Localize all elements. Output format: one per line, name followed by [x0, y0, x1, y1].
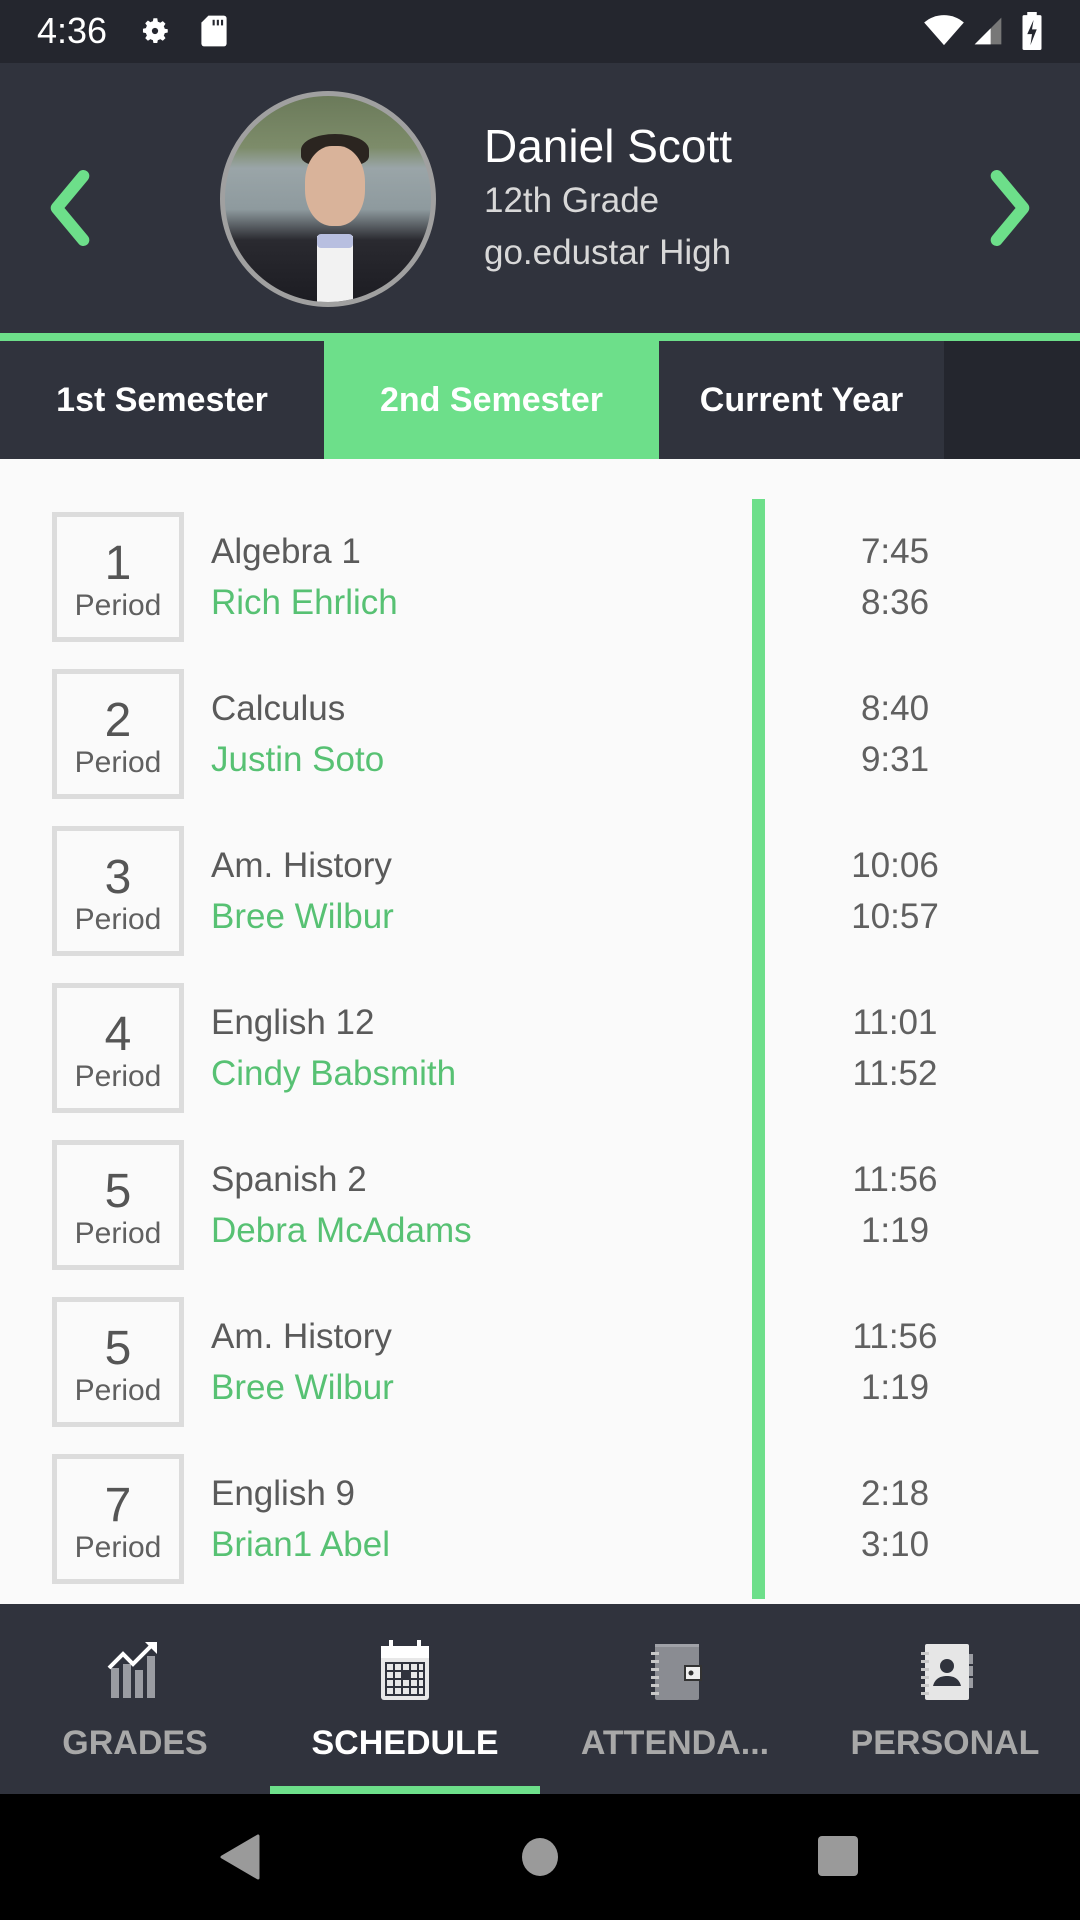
student-school: go.edustar High	[484, 233, 732, 272]
period-number: 4	[104, 1008, 132, 1061]
teacher-name[interactable]: Cindy Babsmith	[211, 1054, 456, 1094]
calendar-icon	[381, 1640, 429, 1700]
next-student-chevron-icon[interactable]	[980, 168, 1040, 248]
class-name: Spanish 2	[211, 1160, 367, 1199]
end-time: 10:57	[851, 897, 939, 936]
period-label: Period	[74, 589, 162, 622]
period-number: 2	[104, 694, 132, 747]
avatar	[220, 91, 436, 307]
chart-trend-icon	[107, 1642, 157, 1698]
period-number: 7	[104, 1479, 132, 1532]
period-number: 5	[104, 1322, 132, 1375]
gear-icon	[142, 18, 168, 44]
class-name: Am. History	[211, 846, 392, 885]
bottom-navigation: GRADES SCHEDULE ATTENDA... PERSONAL	[0, 1604, 1080, 1794]
student-grade: 12th Grade	[484, 181, 660, 220]
schedule-list[interactable]: 1 Period Algebra 1 Rich Ehrlich 7:45 8:3…	[0, 459, 1080, 1604]
schedule-row: 7 Period English 9 Brian1 Abel 2:18 3:10	[0, 1454, 1080, 1584]
start-time: 8:40	[860, 689, 930, 728]
end-time: 11:52	[852, 1054, 938, 1093]
nav-grades-label: GRADES	[62, 1724, 208, 1762]
planner-icon	[651, 1644, 702, 1700]
period-label: Period	[74, 1531, 162, 1564]
nav-personal-label: PERSONAL	[850, 1724, 1040, 1762]
nav-attendance[interactable]: ATTENDA...	[540, 1604, 810, 1794]
start-time: 2:18	[860, 1474, 930, 1513]
tab-1st-semester[interactable]: 1st Semester	[0, 341, 324, 459]
teacher-name[interactable]: Justin Soto	[211, 740, 384, 780]
term-tabs: 1st Semester 2nd Semester Current Year	[0, 341, 1080, 459]
teacher-name[interactable]: Bree Wilbur	[211, 1368, 394, 1408]
previous-student-chevron-icon[interactable]	[40, 168, 100, 248]
teacher-name[interactable]: Debra McAdams	[211, 1211, 472, 1251]
start-time: 11:56	[852, 1160, 938, 1199]
end-time: 9:31	[860, 740, 930, 779]
period-box: 7 Period	[52, 1454, 184, 1584]
period-label: Period	[74, 1217, 162, 1250]
header-accent-line	[0, 333, 1080, 341]
status-time: 4:36	[37, 10, 108, 51]
teacher-name[interactable]: Rich Ehrlich	[211, 583, 398, 623]
schedule-row: 1 Period Algebra 1 Rich Ehrlich 7:45 8:3…	[0, 512, 1080, 642]
period-box: 2 Period	[52, 669, 184, 799]
class-name: Am. History	[211, 1317, 392, 1356]
recents-icon[interactable]	[816, 1834, 860, 1880]
start-time: 11:56	[852, 1317, 938, 1356]
nav-personal[interactable]: PERSONAL	[810, 1604, 1080, 1794]
period-number: 1	[104, 537, 132, 590]
end-time: 1:19	[860, 1368, 930, 1407]
end-time: 8:36	[860, 583, 930, 622]
period-box: 3 Period	[52, 826, 184, 956]
start-time: 10:06	[851, 846, 939, 885]
period-label: Period	[74, 746, 162, 779]
teacher-name[interactable]: Brian1 Abel	[211, 1525, 390, 1565]
period-box: 1 Period	[52, 512, 184, 642]
nav-attendance-label: ATTENDA...	[580, 1724, 770, 1762]
period-box: 5 Period	[52, 1297, 184, 1427]
battery-charging-icon	[1022, 12, 1042, 50]
class-name: Calculus	[211, 689, 346, 728]
back-icon[interactable]	[218, 1834, 262, 1880]
wifi-icon	[924, 15, 964, 46]
teacher-name[interactable]: Bree Wilbur	[211, 897, 394, 937]
period-label: Period	[74, 903, 162, 936]
student-name: Daniel Scott	[484, 120, 733, 172]
nav-schedule-label: SCHEDULE	[311, 1724, 499, 1762]
contacts-book-icon	[921, 1644, 973, 1700]
tab-2nd-semester[interactable]: 2nd Semester	[324, 341, 659, 459]
student-header: Daniel Scott 12th Grade go.edustar High	[0, 63, 1080, 333]
period-label: Period	[74, 1374, 162, 1407]
status-bar: 4:36	[0, 0, 1080, 63]
tab-current-year[interactable]: Current Year	[659, 341, 944, 459]
system-navigation-bar	[0, 1794, 1080, 1920]
end-time: 1:19	[860, 1211, 930, 1250]
signal-icon	[974, 17, 1002, 45]
sd-card-icon	[201, 15, 227, 47]
schedule-row: 5 Period Am. History Bree Wilbur 11:56 1…	[0, 1297, 1080, 1427]
period-number: 5	[104, 1165, 132, 1218]
period-number: 3	[104, 851, 132, 904]
schedule-row: 3 Period Am. History Bree Wilbur 10:06 1…	[0, 826, 1080, 956]
nav-schedule[interactable]: SCHEDULE	[270, 1604, 540, 1794]
start-time: 11:01	[852, 1003, 938, 1042]
class-name: Algebra 1	[211, 532, 361, 571]
active-tab-indicator	[270, 1786, 540, 1794]
class-name: English 9	[211, 1474, 355, 1513]
schedule-row: 4 Period English 12 Cindy Babsmith 11:01…	[0, 983, 1080, 1113]
period-label: Period	[74, 1060, 162, 1093]
schedule-row: 2 Period Calculus Justin Soto 8:40 9:31	[0, 669, 1080, 799]
schedule-row: 5 Period Spanish 2 Debra McAdams 11:56 1…	[0, 1140, 1080, 1270]
home-icon[interactable]	[520, 1834, 560, 1880]
class-name: English 12	[211, 1003, 375, 1042]
period-box: 5 Period	[52, 1140, 184, 1270]
nav-grades[interactable]: GRADES	[0, 1604, 270, 1794]
start-time: 7:45	[860, 532, 930, 571]
end-time: 3:10	[860, 1525, 930, 1564]
period-box: 4 Period	[52, 983, 184, 1113]
